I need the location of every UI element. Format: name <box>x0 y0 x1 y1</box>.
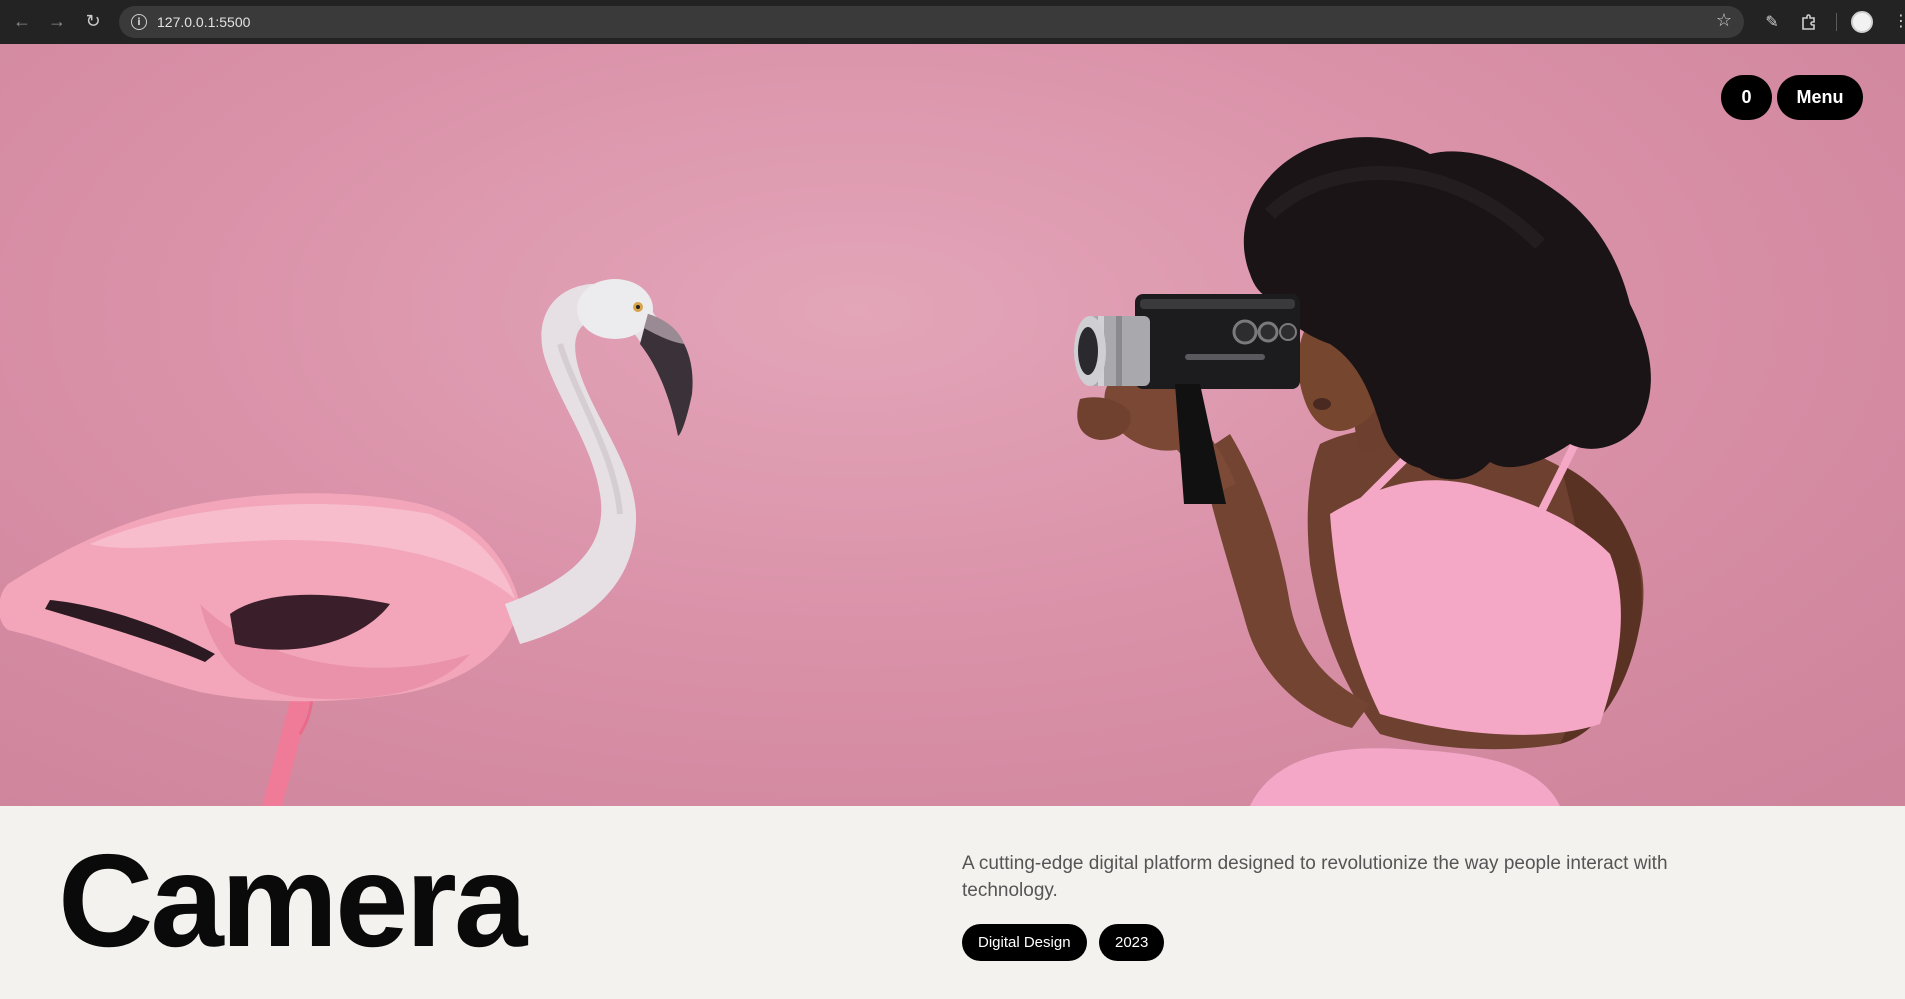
cart-count-button[interactable]: 0 <box>1721 75 1772 120</box>
hero-image: 0 Menu <box>0 44 1905 806</box>
toolbar-divider <box>1836 13 1837 31</box>
pen-icon[interactable]: ✎ <box>1759 9 1785 35</box>
browser-toolbar: ← → ↻ i 127.0.0.1:5500 ☆ ✎ ⋮ <box>0 0 1905 44</box>
tag-year[interactable]: 2023 <box>1099 924 1165 961</box>
menu-button[interactable]: Menu <box>1777 75 1863 120</box>
hero-illustration <box>0 44 1905 806</box>
back-arrow-icon[interactable]: ← <box>9 8 35 34</box>
tag-category[interactable]: Digital Design <box>962 924 1087 961</box>
reload-icon[interactable]: ↻ <box>80 8 106 34</box>
kebab-icon[interactable]: ⋮ <box>1893 10 1905 34</box>
address-bar[interactable]: i 127.0.0.1:5500 ☆ <box>119 6 1744 38</box>
avatar-icon[interactable] <box>1851 11 1873 33</box>
project-info: Camera A cutting-edge digital platform d… <box>0 806 1905 999</box>
address-url[interactable]: 127.0.0.1:5500 <box>157 14 250 30</box>
project-description: A cutting-edge digital platform designed… <box>962 853 1668 901</box>
puzzle-icon[interactable] <box>1796 9 1822 35</box>
forward-arrow-icon[interactable]: → <box>44 8 70 34</box>
info-icon[interactable]: i <box>131 14 147 30</box>
page-title: Camera <box>58 827 527 974</box>
star-icon[interactable]: ☆ <box>1716 10 1732 31</box>
